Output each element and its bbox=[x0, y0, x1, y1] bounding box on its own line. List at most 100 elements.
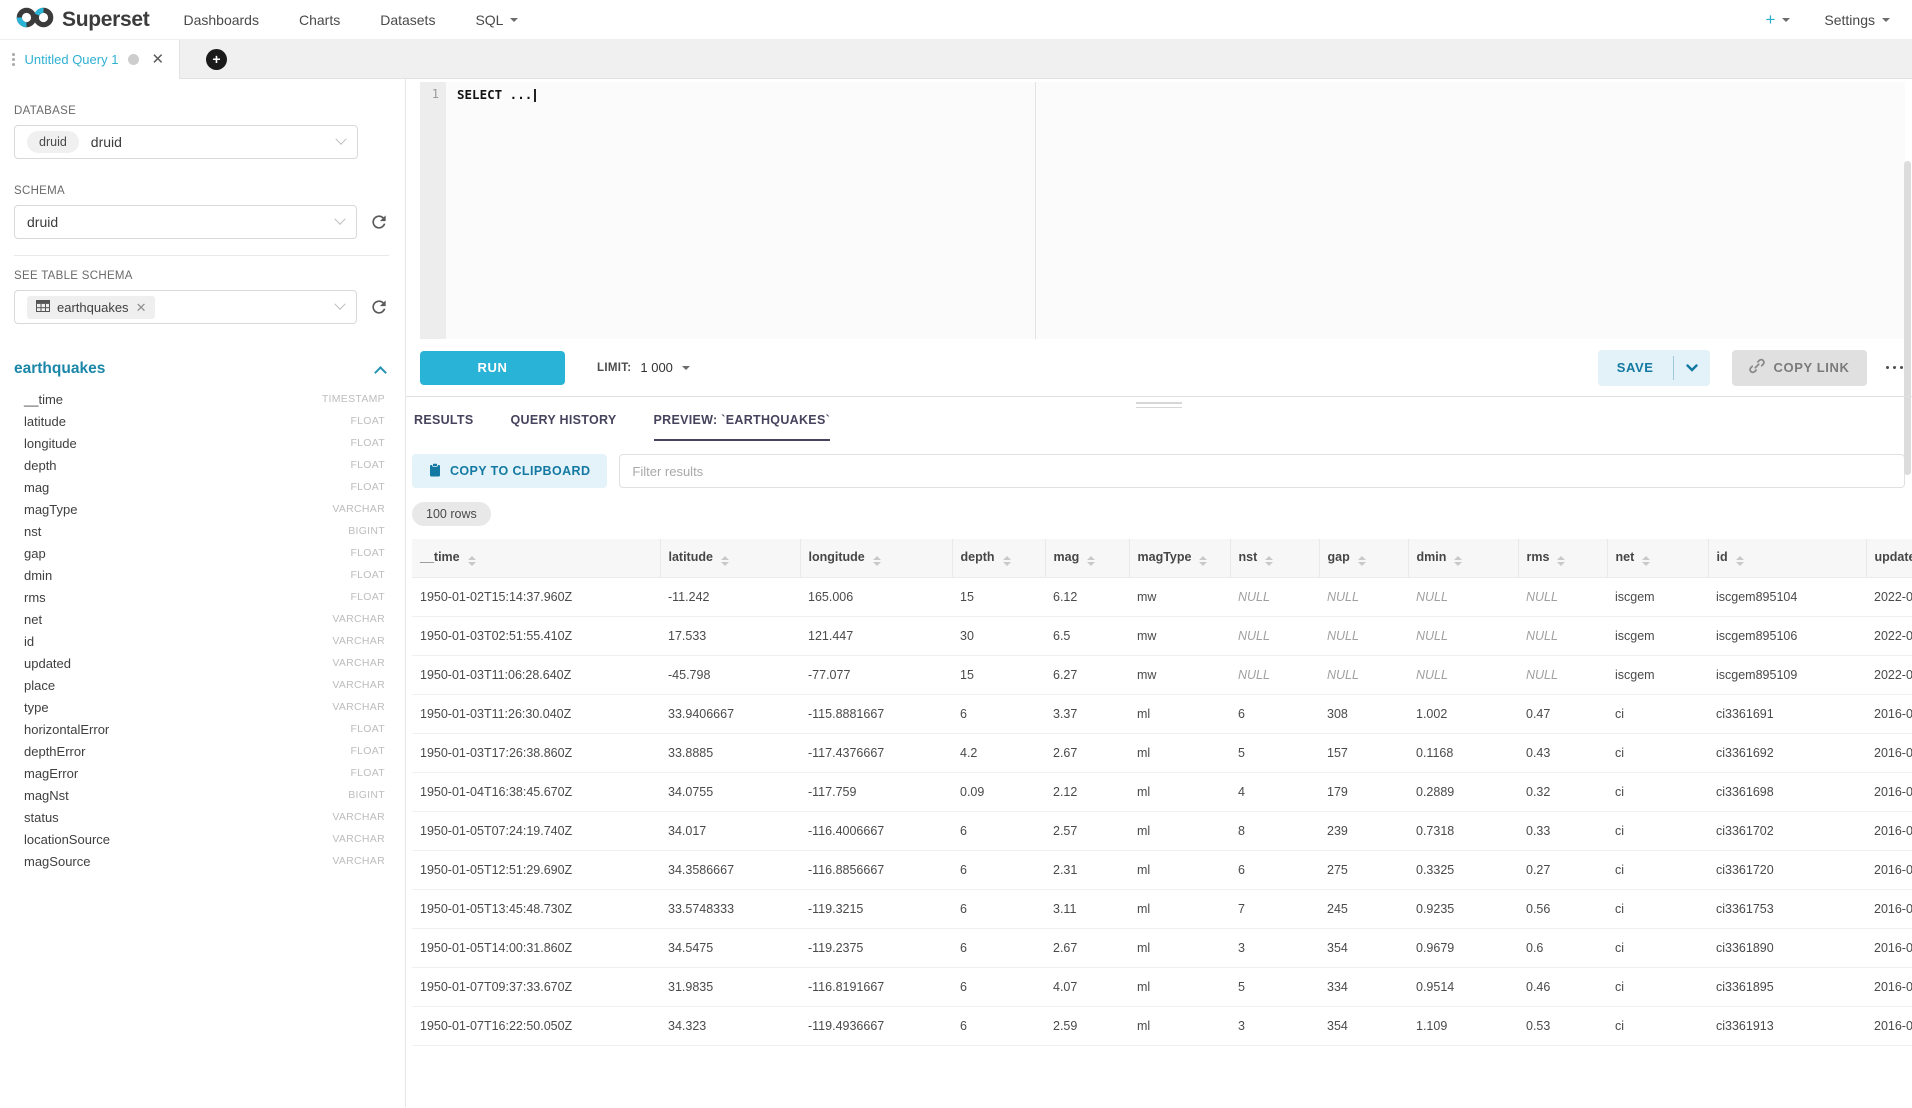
column-header-net[interactable]: net bbox=[1607, 539, 1708, 577]
schema-column-row[interactable]: statusVARCHAR bbox=[24, 806, 385, 828]
sort-icon[interactable] bbox=[873, 556, 881, 567]
add-tab-button[interactable]: + bbox=[206, 49, 227, 70]
column-header-longitude[interactable]: longitude bbox=[800, 539, 952, 577]
nav-sql-menu[interactable]: SQL bbox=[475, 12, 518, 28]
column-header-id[interactable]: id bbox=[1708, 539, 1866, 577]
table-cell: ci3361753 bbox=[1708, 889, 1866, 928]
sql-editor[interactable]: 1 SELECT ... bbox=[420, 82, 1905, 339]
table-cell: 1950-01-03T11:26:30.040Z bbox=[412, 694, 660, 733]
sort-icon[interactable] bbox=[1642, 556, 1650, 567]
save-split-button: SAVE bbox=[1598, 350, 1710, 386]
column-name: longitude bbox=[24, 436, 77, 451]
column-header-magType[interactable]: magType bbox=[1129, 539, 1230, 577]
superset-brand[interactable]: Superset bbox=[16, 4, 149, 36]
schema-column-row[interactable]: magFLOAT bbox=[24, 476, 385, 498]
table-cell: ci3361720 bbox=[1708, 850, 1866, 889]
table-schema-header[interactable]: earthquakes bbox=[14, 360, 389, 378]
sort-icon[interactable] bbox=[1087, 556, 1095, 567]
chevron-up-icon[interactable] bbox=[374, 366, 387, 379]
sort-icon[interactable] bbox=[468, 556, 476, 567]
table-cell: ml bbox=[1129, 772, 1230, 811]
column-header-mag[interactable]: mag bbox=[1045, 539, 1129, 577]
sort-icon[interactable] bbox=[721, 556, 729, 567]
sort-icon[interactable] bbox=[1358, 556, 1366, 567]
drag-grip-icon[interactable] bbox=[12, 53, 15, 66]
sort-icon[interactable] bbox=[1199, 556, 1207, 567]
table-row: 1950-01-07T09:37:33.670Z31.9835-116.8191… bbox=[412, 967, 1912, 1006]
schema-column-row[interactable]: magNstBIGINT bbox=[24, 784, 385, 806]
schema-column-row[interactable]: latitudeFLOAT bbox=[24, 410, 385, 432]
close-icon[interactable]: ✕ bbox=[151, 52, 164, 67]
sort-icon[interactable] bbox=[1557, 556, 1565, 567]
table-cell: NULL bbox=[1408, 655, 1518, 694]
table-cell: 4.2 bbox=[952, 733, 1045, 772]
resize-handle[interactable] bbox=[1136, 399, 1182, 408]
database-select[interactable]: druid druid bbox=[14, 125, 358, 159]
nav-dashboards[interactable]: Dashboards bbox=[183, 12, 259, 28]
schema-column-row[interactable]: updatedVARCHAR bbox=[24, 652, 385, 674]
nav-datasets[interactable]: Datasets bbox=[380, 12, 435, 28]
copy-to-clipboard-button[interactable]: COPY TO CLIPBOARD bbox=[412, 454, 607, 488]
settings-menu[interactable]: Settings bbox=[1824, 12, 1890, 28]
table-cell: ci bbox=[1607, 850, 1708, 889]
table-select[interactable]: earthquakes ✕ bbox=[14, 290, 357, 324]
editor-toolbar: RUN LIMIT: 1 000 SAVE bbox=[420, 339, 1905, 396]
table-cell: NULL bbox=[1408, 577, 1518, 616]
table-cell: 2016-0 bbox=[1866, 733, 1912, 772]
sort-icon[interactable] bbox=[1265, 556, 1273, 567]
more-actions-icon[interactable] bbox=[1884, 360, 1906, 376]
tab-preview-earthquakes[interactable]: PREVIEW: `EARTHQUAKES` bbox=[654, 413, 831, 441]
filter-results-input[interactable] bbox=[619, 454, 1905, 488]
column-header-rms[interactable]: rms bbox=[1518, 539, 1607, 577]
column-header-depth[interactable]: depth bbox=[952, 539, 1045, 577]
schema-column-row[interactable]: depthErrorFLOAT bbox=[24, 740, 385, 762]
sort-icon[interactable] bbox=[1736, 556, 1744, 567]
table-cell: 33.8885 bbox=[660, 733, 800, 772]
schema-column-row[interactable]: horizontalErrorFLOAT bbox=[24, 718, 385, 740]
schema-label: SCHEMA bbox=[14, 185, 389, 197]
column-header-dmin[interactable]: dmin bbox=[1408, 539, 1518, 577]
schema-column-row[interactable]: locationSourceVARCHAR bbox=[24, 828, 385, 850]
schema-column-row[interactable]: typeVARCHAR bbox=[24, 696, 385, 718]
table-cell: 354 bbox=[1319, 928, 1408, 967]
limit-dropdown[interactable]: LIMIT: 1 000 bbox=[597, 360, 690, 375]
nav-charts[interactable]: Charts bbox=[299, 12, 340, 28]
schema-column-row[interactable]: magSourceVARCHAR bbox=[24, 850, 385, 872]
schema-column-row[interactable]: gapFLOAT bbox=[24, 542, 385, 564]
schema-column-row[interactable]: depthFLOAT bbox=[24, 454, 385, 476]
schema-column-row[interactable]: netVARCHAR bbox=[24, 608, 385, 630]
selected-table-pill[interactable]: earthquakes ✕ bbox=[27, 296, 155, 319]
schema-column-row[interactable]: nstBIGINT bbox=[24, 520, 385, 542]
schema-column-row[interactable]: longitudeFLOAT bbox=[24, 432, 385, 454]
sort-icon[interactable] bbox=[1003, 556, 1011, 567]
schema-select[interactable]: druid bbox=[14, 205, 357, 239]
schema-column-row[interactable]: placeVARCHAR bbox=[24, 674, 385, 696]
tab-query-history[interactable]: QUERY HISTORY bbox=[511, 413, 617, 441]
column-header-nst[interactable]: nst bbox=[1230, 539, 1319, 577]
schema-column-row[interactable]: magErrorFLOAT bbox=[24, 762, 385, 784]
editor-code[interactable]: SELECT ... bbox=[446, 82, 1905, 339]
schema-column-row[interactable]: dminFLOAT bbox=[24, 564, 385, 586]
schema-column-row[interactable]: idVARCHAR bbox=[24, 630, 385, 652]
schema-column-row[interactable]: __timeTIMESTAMP bbox=[24, 388, 385, 410]
run-button[interactable]: RUN bbox=[420, 351, 565, 385]
refresh-tables-icon[interactable] bbox=[369, 297, 389, 317]
column-header-gap[interactable]: gap bbox=[1319, 539, 1408, 577]
schema-column-row[interactable]: magTypeVARCHAR bbox=[24, 498, 385, 520]
schema-column-row[interactable]: rmsFLOAT bbox=[24, 586, 385, 608]
new-item-menu[interactable]: + bbox=[1765, 10, 1790, 30]
column-header-updated[interactable]: updated bbox=[1866, 539, 1912, 577]
column-name: dmin bbox=[24, 568, 52, 583]
save-menu-button[interactable] bbox=[1674, 350, 1710, 386]
sort-icon[interactable] bbox=[1454, 556, 1462, 567]
refresh-schema-icon[interactable] bbox=[369, 212, 389, 232]
remove-table-icon[interactable]: ✕ bbox=[136, 301, 147, 314]
query-tab-active[interactable]: Untitled Query 1 ✕ bbox=[0, 40, 180, 79]
column-header-latitude[interactable]: latitude bbox=[660, 539, 800, 577]
column-header-__time[interactable]: __time bbox=[412, 539, 660, 577]
tab-results[interactable]: RESULTS bbox=[414, 413, 474, 441]
copy-link-button[interactable]: COPY LINK bbox=[1732, 350, 1867, 386]
save-button[interactable]: SAVE bbox=[1598, 350, 1673, 386]
table-cell: 0.7318 bbox=[1408, 811, 1518, 850]
editor-scrollbar[interactable] bbox=[1904, 161, 1911, 475]
